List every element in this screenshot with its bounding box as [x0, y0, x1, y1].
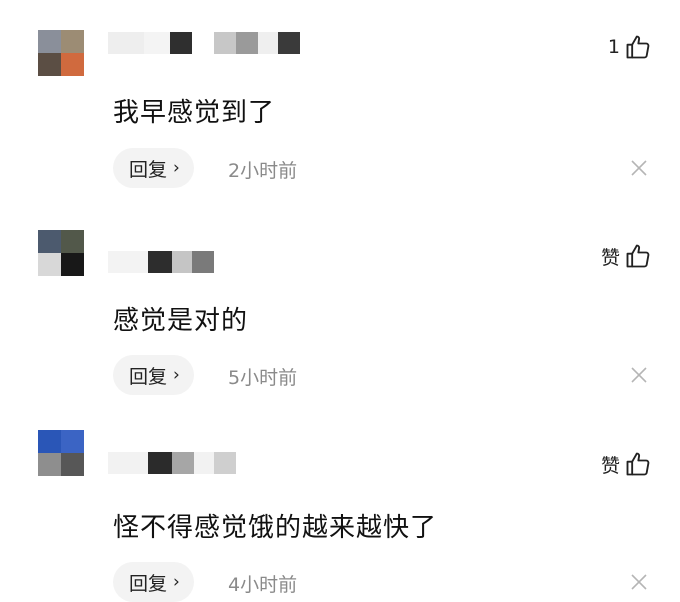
avatar-pixel — [61, 30, 84, 53]
reply-button[interactable]: 回复 › — [113, 562, 194, 602]
redaction-block — [108, 32, 144, 54]
redaction-block — [214, 452, 236, 474]
avatar-pixel — [61, 253, 84, 276]
chevron-right-icon: › — [173, 158, 180, 178]
redaction-block — [236, 32, 258, 54]
close-icon[interactable] — [627, 156, 651, 180]
avatar-pixel — [61, 453, 84, 476]
redaction-block — [194, 452, 214, 474]
like-count: 赞 — [600, 246, 620, 269]
timestamp: 5小时前 — [228, 367, 298, 389]
username-redacted[interactable] — [108, 251, 214, 273]
avatar[interactable] — [38, 430, 84, 476]
redaction-block — [108, 251, 148, 273]
timestamp: 4小时前 — [228, 574, 298, 596]
chevron-right-icon: › — [173, 572, 180, 592]
redaction-block — [278, 32, 300, 54]
thumbs-up-icon — [626, 244, 650, 268]
avatar[interactable] — [38, 230, 84, 276]
avatar-pixel — [38, 30, 61, 53]
comment-text: 感觉是对的 — [113, 306, 249, 336]
reply-button[interactable]: 回复 › — [113, 148, 194, 188]
username-redacted[interactable] — [108, 452, 236, 474]
timestamp: 2小时前 — [228, 160, 298, 182]
avatar[interactable] — [38, 30, 84, 76]
comment-text: 我早感觉到了 — [113, 98, 276, 128]
redaction-block — [214, 32, 236, 54]
like-count: 赞 — [600, 454, 620, 477]
redaction-block — [148, 251, 172, 273]
redaction-block — [192, 32, 214, 54]
comment-text: 怪不得感觉饿的越来越快了 — [113, 513, 438, 543]
like-button[interactable]: 赞 — [601, 242, 652, 270]
avatar-pixel — [38, 230, 61, 253]
username-redacted[interactable] — [108, 32, 300, 54]
redaction-block — [192, 251, 214, 273]
reply-label: 回复 — [129, 365, 168, 388]
avatar-pixel — [38, 430, 61, 453]
reply-button[interactable]: 回复 › — [113, 355, 194, 395]
avatar-pixel — [61, 430, 84, 453]
thumbs-up-icon — [626, 35, 650, 59]
like-count: 1 — [607, 36, 620, 58]
avatar-pixel — [38, 53, 61, 76]
avatar-pixel — [38, 253, 61, 276]
like-button[interactable]: 1 — [608, 33, 652, 61]
avatar-pixel — [38, 453, 61, 476]
redaction-block — [258, 32, 278, 54]
avatar-pixel — [61, 230, 84, 253]
reply-label: 回复 — [129, 158, 168, 181]
redaction-block — [144, 32, 170, 54]
chevron-right-icon: › — [173, 365, 180, 385]
redaction-block — [172, 452, 194, 474]
redaction-block — [172, 251, 192, 273]
avatar-pixel — [61, 53, 84, 76]
reply-label: 回复 — [129, 572, 168, 595]
like-button[interactable]: 赞 — [601, 450, 652, 478]
redaction-block — [148, 452, 172, 474]
thumbs-up-icon — [626, 452, 650, 476]
close-icon[interactable] — [627, 363, 651, 387]
redaction-block — [108, 452, 148, 474]
redaction-block — [170, 32, 192, 54]
close-icon[interactable] — [627, 570, 651, 594]
